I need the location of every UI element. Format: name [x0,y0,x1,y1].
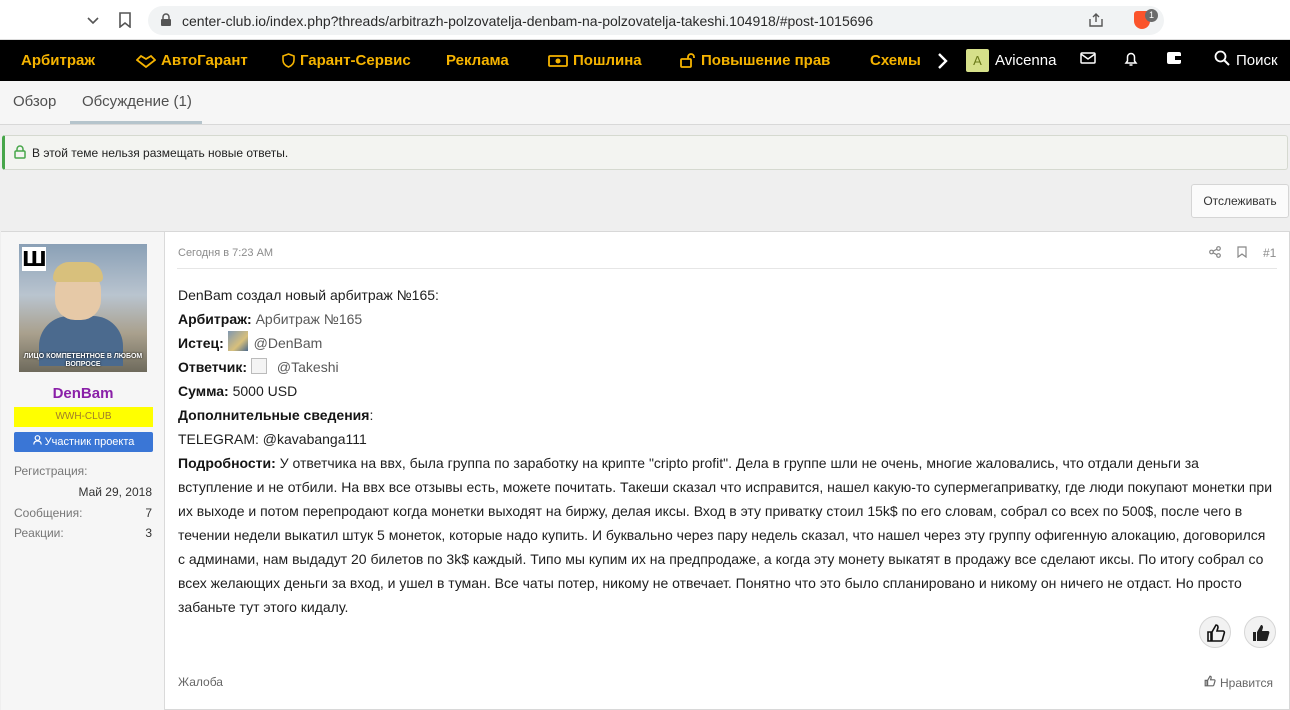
chevron-right-icon[interactable] [936,52,948,75]
bookmark-icon[interactable] [1237,246,1247,261]
like-label: Нравится [1220,675,1273,690]
sum-line: Сумма: 5000 USD [178,379,1276,403]
stat-reactions-value: 3 [145,526,152,540]
extra-line: Дополнительные сведения: [178,407,374,423]
avatar-logo: Ш [22,247,47,271]
avatar [227,331,248,351]
stat-registration-label: Регистрация: [14,464,88,478]
nav-item-arbitrage[interactable]: Арбитраж [21,52,95,69]
tab-overview[interactable]: Обзор [13,93,56,110]
user-role-label: Участник проекта [44,436,135,448]
details-text: У ответчика на ввх, была группа по зараб… [178,455,1273,615]
handshake-icon [136,54,156,68]
post-intro: DenBam создал новый арбитраж №165: [178,287,439,303]
active-tab-indicator [70,121,202,124]
broken-image-icon [250,358,267,374]
defendant-line: Ответчик: @Takeshi [178,355,1276,379]
stat-registration-value: Май 29, 2018 [78,485,152,499]
user-banner: WWH-CLUB [14,407,153,427]
reaction-thumb-button[interactable] [1244,616,1276,648]
bookmark-icon[interactable] [118,12,132,30]
thumbs-up-icon [1204,675,1216,690]
url-text: center-club.io/index.php?threads/arbitra… [182,13,874,29]
browser-address-bar: center-club.io/index.php?threads/arbitra… [0,0,1290,40]
post-date[interactable]: Сегодня в 7:23 AM [178,247,273,259]
notice-text: В этой теме нельзя размещать новые ответ… [32,146,289,160]
like-button[interactable]: Нравится [1204,675,1273,690]
post-user-panel: Ш ЛИЦО КОМПЕТЕНТНОЕ В ЛЮБОМ ВОПРОСЕ DenB… [1,232,165,710]
defendant-link[interactable]: @Takeshi [277,359,339,375]
avatar: A [966,49,989,72]
nav-item-label: Пошлина [573,52,642,69]
stat-reactions-label: Реакции: [14,526,64,540]
defendant-label: Ответчик: [178,359,248,375]
nav-item-label: Гарант-Сервис [300,52,411,69]
telegram-line: TELEGRAM: @kavabanga111 [178,431,367,447]
nav-item-fee[interactable]: Пошлина [548,52,642,69]
bell-icon[interactable] [1124,51,1138,71]
user-role-badge: Участник проекта [14,432,153,452]
wallet-icon[interactable] [1166,51,1182,69]
avatar-figure-hair [53,262,103,282]
lock-icon [160,13,172,29]
tab-discussion[interactable]: Обсуждение (1) [82,93,192,110]
post-header-divider [177,268,1277,269]
sum-value: 5000 USD [232,383,298,399]
stat-messages-label: Сообщения: [14,506,83,520]
post-body: DenBam создал новый арбитраж №165: Арбит… [178,283,1276,619]
search-label: Поиск [1236,51,1278,69]
lock-icon [14,145,26,164]
plaintiff-line: Истец: @DenBam [178,331,1276,355]
post-username[interactable]: DenBam [1,385,165,402]
nav-item-label: Реклама [446,52,509,69]
nav-item-raise-rights[interactable]: Повышение прав [680,52,830,69]
report-link[interactable]: Жалоба [178,675,223,689]
share-icon[interactable] [1088,13,1104,29]
thread-tabs: Обзор Обсуждение (1) [0,81,1290,125]
details-line: Подробности: У ответчика на ввх, была гр… [178,451,1276,619]
nav-user-menu[interactable]: A Avicenna [966,49,1056,72]
post-number[interactable]: #1 [1263,246,1276,260]
nav-item-advertising[interactable]: Реклама [446,52,509,69]
avatar[interactable]: Ш ЛИЦО КОМПЕТЕНТНОЕ В ЛЮБОМ ВОПРОСЕ [19,244,147,372]
user-icon [32,435,42,448]
extension-badge: 1 [1145,9,1158,22]
watch-thread-button[interactable]: Отслеживать [1191,184,1289,218]
arbitrage-line: Арбитраж: Арбитраж №165 [178,307,1276,331]
nav-item-guarantee-service[interactable]: Гарант-Сервис [282,52,411,69]
details-label: Подробности: [178,455,276,471]
share-icon[interactable] [1209,246,1221,261]
envelope-icon[interactable] [1080,51,1096,69]
search-button[interactable]: Поиск [1214,50,1278,70]
plaintiff-link[interactable]: @DenBam [254,335,323,351]
nav-username: Avicenna [995,52,1057,69]
reaction-like-button[interactable] [1199,616,1231,648]
nav-item-label: Повышение прав [701,52,831,69]
nav-item-label: АвтоГарант [161,52,248,69]
nav-item-label: Арбитраж [21,52,95,69]
search-icon [1214,50,1230,70]
closed-thread-notice: В этой теме нельзя размещать новые ответ… [2,135,1288,170]
extra-label: Дополнительные сведения [178,407,370,423]
site-navigation: Арбитраж АвтоГарант Гарант-Сервис Реклам… [0,40,1290,81]
arbitrage-link[interactable]: Арбитраж №165 [256,311,363,327]
sum-label: Сумма: [178,383,229,399]
avatar-caption: ЛИЦО КОМПЕТЕНТНОЕ В ЛЮБОМ ВОПРОСЕ [23,353,143,368]
stat-messages-value: 7 [145,506,152,520]
shield-icon [282,53,295,68]
unlock-icon [680,53,696,68]
url-field[interactable]: center-club.io/index.php?threads/arbitra… [148,6,1164,35]
nav-item-schemes[interactable]: Схемы [870,52,921,69]
plaintiff-label: Истец: [178,335,224,351]
chevron-down-icon[interactable] [85,12,101,30]
nav-item-label: Схемы [870,52,921,69]
arbitrage-label: Арбитраж: [178,311,252,327]
nav-item-autogarant[interactable]: АвтоГарант [136,52,248,69]
money-icon [548,54,568,68]
